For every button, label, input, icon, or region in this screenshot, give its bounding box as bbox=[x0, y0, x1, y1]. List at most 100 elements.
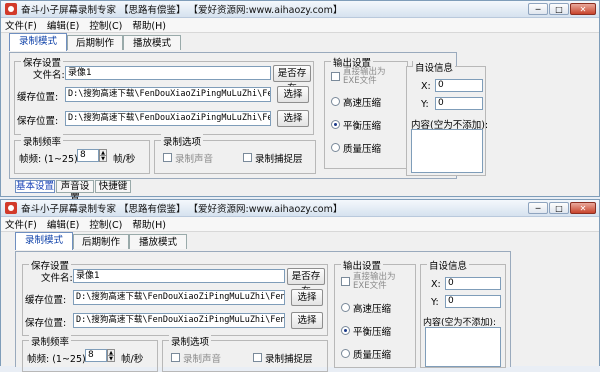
save-settings-group: 保存设置 文件名: 录像1 是否存在 缓存位置: D:\搜狗高速下载\FenDo… bbox=[14, 55, 314, 135]
record-sound-label: 录制声音 bbox=[175, 154, 214, 165]
record-options-label: 录制选项 bbox=[161, 134, 204, 148]
y-input[interactable]: 0 bbox=[435, 97, 483, 110]
cache-location-label: 缓存位置: bbox=[25, 295, 67, 306]
menu-file[interactable]: 文件(F) bbox=[5, 18, 37, 32]
tab-record-mode[interactable]: 录制模式 bbox=[9, 33, 67, 51]
menu-edit[interactable]: 编辑(E) bbox=[47, 18, 79, 32]
content-textarea[interactable] bbox=[411, 129, 483, 173]
tab-playback-mode[interactable]: 播放模式 bbox=[123, 35, 181, 50]
app-logo-icon bbox=[5, 3, 17, 15]
save-location-input[interactable]: D:\搜狗高速下载\FenDouXiaoZiPingMuLuZhi\FenDou… bbox=[65, 111, 271, 126]
record-options-group: 录制选项 录制声音 录制捕捉层 bbox=[154, 134, 316, 174]
menu-control[interactable]: 控制(C) bbox=[89, 217, 122, 231]
direct-exe-checkbox[interactable] bbox=[341, 277, 350, 286]
cache-browse-button[interactable]: 选择 bbox=[277, 86, 309, 103]
record-mode-panel: 保存设置 文件名: 录像1 是否存在 缓存位置: D:\搜狗高速下载\FenDo… bbox=[9, 52, 457, 179]
record-sound-label: 录制声音 bbox=[183, 354, 222, 365]
quality-compress-radio[interactable] bbox=[331, 143, 340, 152]
filename-input[interactable]: 录像1 bbox=[65, 66, 271, 80]
cache-location-input[interactable]: D:\搜狗高速下载\FenDouXiaoZiPingMuLuZhi\FenDou… bbox=[73, 290, 285, 305]
save-location-input[interactable]: D:\搜狗高速下载\FenDouXiaoZiPingMuLuZhi\FenDou… bbox=[73, 313, 285, 328]
close-button[interactable]: ✕ bbox=[570, 202, 596, 214]
menu-edit[interactable]: 编辑(E) bbox=[47, 217, 79, 231]
fps-down-icon[interactable]: ▼ bbox=[99, 155, 107, 162]
menu-help[interactable]: 帮助(H) bbox=[132, 18, 166, 32]
cache-browse-button[interactable]: 选择 bbox=[291, 289, 323, 306]
filename-label: 文件名: bbox=[33, 70, 65, 81]
exists-button[interactable]: 是否存在 bbox=[287, 268, 325, 297]
x-input[interactable]: 0 bbox=[445, 277, 501, 290]
fast-compress-radio[interactable] bbox=[341, 303, 350, 312]
direct-exe-label: 直接输出为EXE文件 bbox=[343, 67, 386, 86]
record-sound-checkbox[interactable] bbox=[171, 353, 180, 362]
x-label: X: bbox=[431, 279, 441, 290]
main-window-1: 奋斗小子屏幕录制专家 【思路有偿鉴】 【爱好资源网:www.aihaozy.co… bbox=[0, 0, 600, 204]
tab-record-mode[interactable]: 录制模式 bbox=[15, 232, 73, 250]
menu-help[interactable]: 帮助(H) bbox=[132, 217, 166, 231]
balanced-compress-radio[interactable] bbox=[341, 326, 350, 335]
exists-button[interactable]: 是否存在 bbox=[273, 65, 311, 94]
subtab-hotkeys[interactable]: 快捷键 bbox=[95, 180, 131, 193]
direct-exe-checkbox[interactable] bbox=[331, 72, 340, 81]
fps-input[interactable]: 8 bbox=[85, 349, 107, 362]
record-options-group: 录制选项 录制声音 录制捕捉层 bbox=[162, 334, 328, 372]
frame-rate-group: 录制频率 帧频: (1~25) 8 ▲ ▼ 帧/秒 bbox=[22, 334, 158, 372]
minimize-button[interactable]: ─ bbox=[528, 3, 548, 15]
custom-info-label: 自设信息 bbox=[413, 60, 456, 74]
minimize-button[interactable]: ─ bbox=[528, 202, 548, 214]
fps-unit: 帧/秒 bbox=[113, 154, 136, 165]
save-browse-button[interactable]: 选择 bbox=[291, 312, 323, 329]
x-input[interactable]: 0 bbox=[435, 79, 483, 92]
fps-input[interactable]: 8 bbox=[77, 149, 99, 162]
record-cursor-label: 录制捕捉层 bbox=[255, 154, 303, 165]
cache-location-input[interactable]: D:\搜狗高速下载\FenDouXiaoZiPingMuLuZhi\FenDou… bbox=[65, 87, 271, 102]
tab-post-production[interactable]: 后期制作 bbox=[73, 234, 129, 249]
record-options-label: 录制选项 bbox=[169, 334, 212, 348]
fast-compress-label: 高速压缩 bbox=[353, 304, 392, 315]
save-browse-button[interactable]: 选择 bbox=[277, 110, 309, 127]
subtab-basic-settings[interactable]: 基本设置 bbox=[15, 180, 55, 193]
title-bar[interactable]: 奋斗小子屏幕录制专家 【思路有偿鉴】 【爱好资源网:www.aihaozy.co… bbox=[1, 200, 599, 217]
menu-bar: 文件(F) 编辑(E) 控制(C) 帮助(H) bbox=[1, 18, 599, 33]
menu-file[interactable]: 文件(F) bbox=[5, 217, 37, 231]
custom-info-group: 自设信息 X: 0 Y: 0 内容(空为不添加): bbox=[420, 258, 506, 368]
close-button[interactable]: ✕ bbox=[570, 3, 596, 15]
maximize-button[interactable]: □ bbox=[549, 3, 569, 15]
save-location-label: 保存位置: bbox=[17, 116, 59, 127]
app-logo-icon bbox=[5, 202, 17, 214]
filename-label: 文件名: bbox=[41, 273, 73, 284]
subtab-sound-settings[interactable]: 声音设置 bbox=[56, 180, 94, 204]
content-textarea[interactable] bbox=[425, 327, 501, 367]
y-label: Y: bbox=[421, 99, 429, 110]
cache-location-label: 缓存位置: bbox=[17, 92, 59, 103]
maximize-button[interactable]: □ bbox=[549, 202, 569, 214]
y-label: Y: bbox=[431, 297, 439, 308]
record-mode-panel: 保存设置 文件名: 录像1 是否存在 缓存位置: D:\搜狗高速下载\FenDo… bbox=[15, 251, 511, 372]
filename-input[interactable]: 录像1 bbox=[73, 269, 285, 283]
menu-control[interactable]: 控制(C) bbox=[89, 18, 122, 32]
fast-compress-radio[interactable] bbox=[331, 97, 340, 106]
record-sound-checkbox[interactable] bbox=[163, 153, 172, 162]
fps-down-icon[interactable]: ▼ bbox=[107, 355, 115, 362]
tab-playback-mode[interactable]: 播放模式 bbox=[129, 234, 187, 249]
custom-info-label: 自设信息 bbox=[427, 258, 470, 272]
record-cursor-checkbox[interactable] bbox=[243, 153, 252, 162]
quality-compress-label: 质量压缩 bbox=[343, 144, 382, 155]
y-input[interactable]: 0 bbox=[445, 295, 501, 308]
balanced-compress-radio[interactable] bbox=[331, 120, 340, 129]
fast-compress-label: 高速压缩 bbox=[343, 98, 382, 109]
direct-exe-label: 直接输出为EXE文件 bbox=[353, 272, 396, 291]
title-bar[interactable]: 奋斗小子屏幕录制专家 【思路有偿鉴】 【爱好资源网:www.aihaozy.co… bbox=[1, 1, 599, 18]
record-cursor-label: 录制捕捉层 bbox=[265, 354, 313, 365]
record-cursor-checkbox[interactable] bbox=[253, 353, 262, 362]
balanced-compress-label: 平衡压缩 bbox=[343, 121, 382, 132]
fps-unit: 帧/秒 bbox=[121, 354, 144, 365]
tab-post-production[interactable]: 后期制作 bbox=[67, 35, 123, 50]
output-settings-group: 输出设置 直接输出为EXE文件 高速压缩 平衡压缩 质量压缩 bbox=[334, 258, 416, 368]
output-settings-group: 输出设置 直接输出为EXE文件 高速压缩 平衡压缩 质量压缩 bbox=[324, 55, 408, 169]
fps-label: 帧频: (1~25) bbox=[19, 154, 78, 165]
window-title: 奋斗小子屏幕录制专家 【思路有偿鉴】 【爱好资源网:www.aihaozy.co… bbox=[21, 5, 343, 16]
main-window-2: 奋斗小子屏幕录制专家 【思路有偿鉴】 【爱好资源网:www.aihaozy.co… bbox=[0, 199, 600, 372]
save-location-label: 保存位置: bbox=[25, 318, 67, 329]
quality-compress-radio[interactable] bbox=[341, 349, 350, 358]
